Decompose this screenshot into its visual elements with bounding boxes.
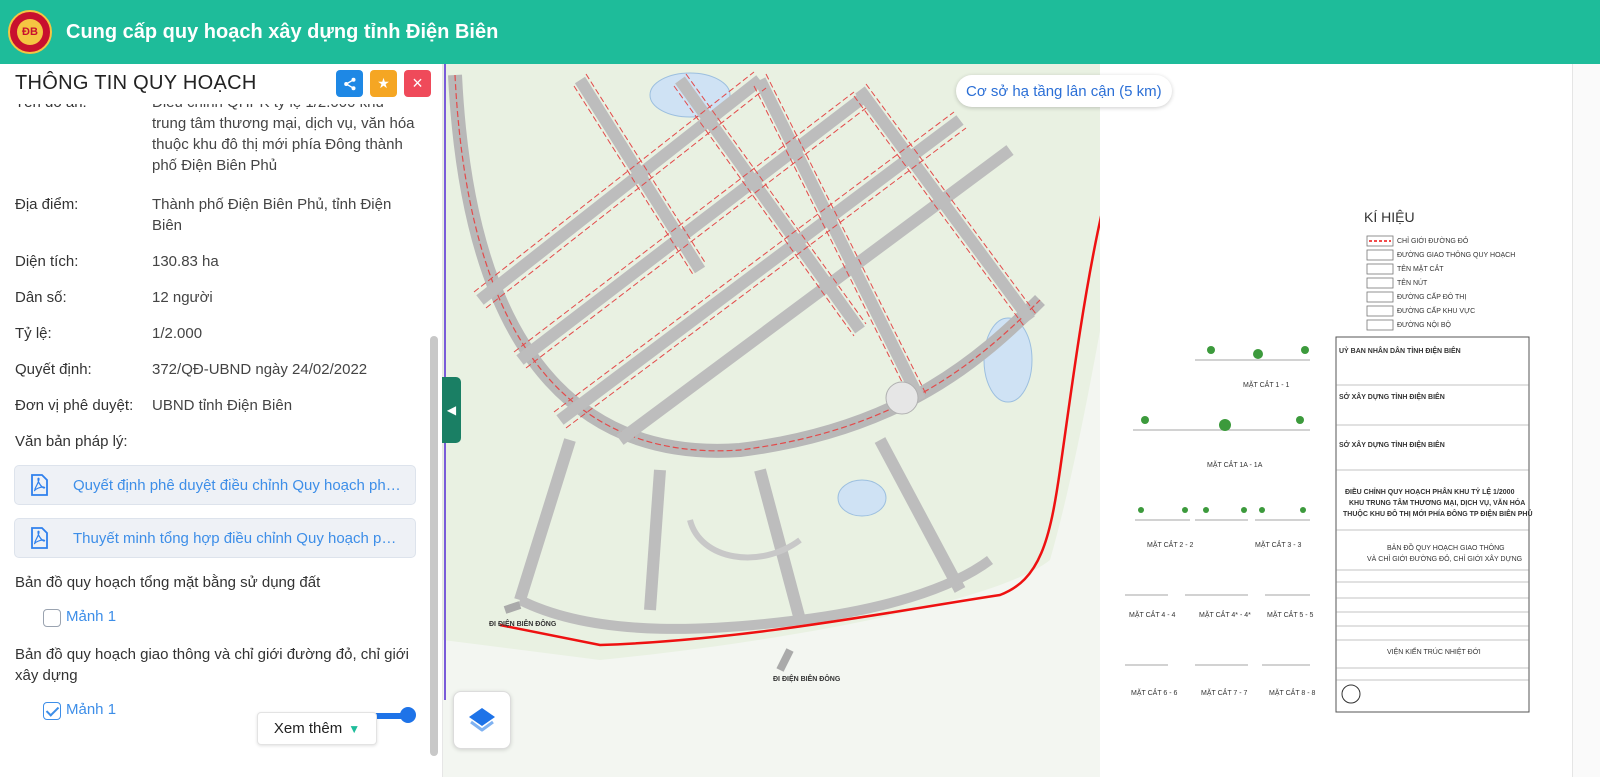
show-more-label: Xem thêm [273,720,343,737]
layers-icon [469,708,495,732]
map-layer-label[interactable]: Mảnh 1 [66,608,116,625]
field-label: Dân số: [15,289,67,306]
legend-item: ĐƯỜNG CẤP KHU VỰC [1397,308,1476,315]
title-block-text: VÀ CHỈ GIỚI ĐƯỜNG ĐỎ, CHỈ GIỚI XÂY DỰNG [1367,556,1523,563]
favorite-button[interactable]: ★ [370,70,397,97]
section-label: MẶT CẮT 4 - 4 [1129,612,1176,619]
section-label: MẶT CẮT 4* - 4* [1199,612,1251,619]
legend-title: KÍ HIỆU [1364,209,1415,225]
planning-map-drawing [443,64,1600,777]
section-label: MẶT CẮT 1 - 1 [1243,382,1290,389]
field-value: Điều chỉnh QHPK tỷ lệ 1/2.000 khu trung … [152,94,415,174]
opacity-slider-handle[interactable] [400,707,416,723]
field-value: UBND tỉnh Điện Biên [152,397,293,414]
nearby-infrastructure-button[interactable]: Cơ sở hạ tầng lân cận (5 km) [956,75,1172,107]
chevron-left-icon: ◀ [446,403,457,417]
field-project-name: Tên đồ án: Điều chỉnh QHPK tỷ lệ 1/2.000… [15,92,420,180]
field-label: Tỷ lệ: [15,325,52,342]
section-label: MẶT CẮT 7 - 7 [1201,690,1248,697]
title-block-text: UỶ BAN NHÂN DÂN TỈNH ĐIỆN BIÊN [1339,348,1461,355]
collapse-panel-button[interactable]: ◀ [442,377,461,443]
legend-item: TÊN NÚT [1397,280,1428,287]
legend-item: ĐƯỜNG CẤP ĐÔ THỊ [1397,294,1467,301]
map-section-title: Bản đồ quy hoạch tổng mặt bằng sử dụng đ… [15,574,321,591]
field-label: Địa điểm: [15,196,79,213]
document-title: Thuyết minh tổng hợp điều chỉnh Quy hoạc… [73,529,403,547]
field-value: 12 người [152,289,213,306]
legend-item: ĐƯỜNG GIAO THÔNG QUY HOẠCH [1397,252,1516,259]
field-value: 130.83 ha [152,253,219,270]
show-more-button[interactable]: Xem thêm ▼ [257,712,377,745]
title-block-text: THUỘC KHU ĐÔ THỊ MỚI PHÍA ĐÔNG TP ĐIỆN B… [1343,511,1533,518]
map-section-title: Bản đồ quy hoạch giao thông và chỉ giới … [15,646,409,684]
share-icon [343,77,355,90]
field-value: 1/2.000 [152,325,203,342]
panel-scrollbar[interactable] [430,336,438,756]
map-layer-checkbox[interactable] [43,609,61,627]
section-label: MẶT CẮT 2 - 2 [1147,542,1194,549]
app-logo[interactable]: ĐB [8,10,52,54]
logo-mark: ĐB [17,19,43,45]
document-link-decision[interactable]: Quyết định phê duyệt điều chỉnh Quy hoạc… [14,465,416,505]
map-layer-label[interactable]: Mảnh 1 [66,701,116,718]
title-block-text: ĐIỀU CHỈNH QUY HOẠCH PHÂN KHU TỶ LỆ 1/20… [1345,489,1515,496]
section-label: MẶT CẮT 3 - 3 [1255,542,1302,549]
section-label: MẶT CẮT 6 - 6 [1131,690,1178,697]
field-label: Diện tích: [15,253,79,270]
title-block-text: KHU TRUNG TÂM THƯƠNG MẠI, DỊCH VỤ, VĂN H… [1349,500,1526,507]
title-block-text: BẢN ĐỒ QUY HOẠCH GIAO THÔNG [1387,545,1505,552]
title-block-text: VIỆN KIẾN TRÚC NHIỆT ĐỚI [1387,649,1481,656]
legal-docs-label: Văn bản pháp lý: [15,433,128,450]
field-label: Quyết định: [15,361,92,378]
close-icon: × [412,73,423,93]
road-label: ĐI ĐIỆN BIÊN ĐÔNG [489,621,557,628]
app-header: ĐB Cung cấp quy hoạch xây dựng tỉnh Điện… [0,0,1600,64]
pdf-icon [31,474,48,496]
legend-item: TÊN MẶT CẮT [1397,266,1444,273]
legend-item: ĐƯỜNG NỘI BỘ [1397,322,1451,329]
layers-button[interactable] [453,691,511,749]
section-label: MẶT CẮT 1A - 1A [1207,462,1263,469]
map-canvas[interactable]: KÍ HIỆU CHỈ GIỚI ĐƯỜNG ĐỎ ĐƯỜNG GIAO THÔ… [443,64,1600,777]
panel-title: THÔNG TIN QUY HOẠCH [15,72,257,94]
panel-header: THÔNG TIN QUY HOẠCH ★ × [0,64,442,104]
legend-item: CHỈ GIỚI ĐƯỜNG ĐỎ [1397,238,1469,245]
pdf-icon [31,527,48,549]
road-label: ĐI ĐIỆN BIÊN ĐÔNG [773,676,841,683]
document-link-report[interactable]: Thuyết minh tổng hợp điều chỉnh Quy hoạc… [14,518,416,558]
planning-info-panel: Tên đồ án: Điều chỉnh QHPK tỷ lệ 1/2.000… [0,64,443,777]
map-right-edge [1572,64,1600,777]
field-label: Đơn vị phê duyệt: [15,397,134,414]
close-button[interactable]: × [404,70,431,97]
document-title: Quyết định phê duyệt điều chỉnh Quy hoạc… [73,476,403,494]
star-icon: ★ [377,75,390,91]
section-label: MẶT CẮT 8 - 8 [1269,690,1316,697]
app-title: Cung cấp quy hoạch xây dựng tỉnh Điện Bi… [66,20,499,43]
map-layer-checkbox[interactable] [43,702,61,720]
share-button[interactable] [336,70,363,97]
field-value: Thành phố Điện Biên Phủ, tỉnh Điện Biên [152,196,392,234]
title-block-text: SỞ XÂY DỰNG TỈNH ĐIỆN BIÊN [1339,394,1445,401]
title-block-text: SỞ XÂY DỰNG TỈNH ĐIỆN BIÊN [1339,442,1445,449]
section-label: MẶT CẮT 5 - 5 [1267,612,1314,619]
field-value: 372/QĐ-UBND ngày 24/02/2022 [152,361,368,378]
chevron-down-icon: ▼ [348,721,361,736]
